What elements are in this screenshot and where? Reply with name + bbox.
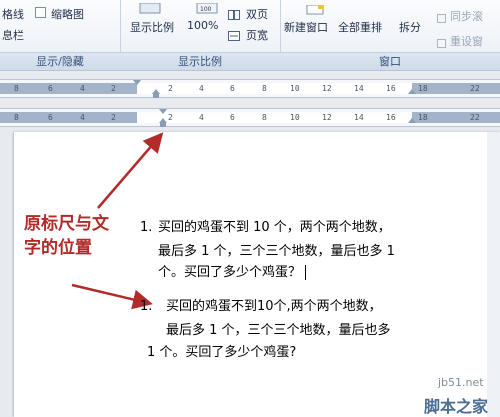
watermark-site: jb51.net: [438, 376, 484, 389]
ribbon: 格线 缩略图 息栏 显示/隐藏 显示比例 100 100% 双页 页宽 显示比例…: [0, 0, 500, 71]
ruler-tick: 18: [418, 113, 428, 122]
ruler-original[interactable]: 8 6 4 2 2 4 6 8 10 12 14 16 18 22: [0, 79, 500, 98]
infobar-label[interactable]: 息栏: [2, 27, 24, 43]
sync-scroll-button[interactable]: 同步滚: [450, 8, 483, 24]
ruler-left-margin: [0, 112, 137, 123]
annotation-line-1: 原标尺与文: [24, 214, 109, 234]
new-window-icon: [306, 0, 326, 19]
two-pages-button[interactable]: 双页: [246, 6, 268, 22]
ruler-tick: 8: [14, 84, 19, 93]
ruler-tick: 4: [80, 113, 85, 122]
vertical-scrollbar[interactable]: [487, 132, 500, 417]
ruler-tick: 2: [168, 113, 173, 122]
ruler-tick: 16: [386, 113, 396, 122]
reset-window-button[interactable]: 重设窗: [450, 33, 483, 49]
paragraph-2-line-2[interactable]: 最后多 1 个，三个三个地数，量后也多: [166, 320, 391, 342]
ruler-work-area: [137, 112, 412, 123]
thumbnail-checkbox-label[interactable]: 缩略图: [51, 6, 84, 22]
ruler-tick: 8: [262, 113, 267, 122]
ruler-tick: 22: [470, 113, 480, 122]
annotation-label: 原标尺与文 字的位置: [24, 212, 109, 260]
list-item-number: 1.: [140, 220, 153, 235]
two-pages-icon: [228, 6, 241, 25]
page-width-button[interactable]: 页宽: [246, 27, 268, 43]
watermark-name: 脚本之家: [424, 397, 489, 416]
right-indent-marker[interactable]: [408, 89, 416, 94]
paragraph-1-line-2[interactable]: 最后多 1 个，三个三个地数，量后也多 1: [158, 241, 395, 263]
ruler-tick: 10: [290, 84, 300, 93]
ruler-tick: 10: [290, 113, 300, 122]
ruler-tick: 6: [230, 84, 235, 93]
ruler-tick: 6: [48, 84, 53, 93]
ruler-tick: 2: [111, 113, 116, 122]
ruler-left-margin: [0, 83, 137, 94]
paragraph-2-line-1[interactable]: 买回的鸡蛋不到10个,两个两个地数，: [166, 296, 382, 318]
ruler-tick: 8: [262, 84, 267, 93]
right-indent-marker[interactable]: [408, 118, 416, 123]
zoom-group: 显示比例 100 100% 双页 页宽 显示比例: [120, 0, 281, 70]
zoom-button[interactable]: 显示比例: [130, 19, 174, 35]
ruler-tick: 18: [418, 84, 428, 93]
page-width-icon: [228, 27, 241, 46]
gridlines-checkbox-label[interactable]: 格线: [2, 6, 24, 22]
ruler-work-area: [137, 83, 412, 94]
hundred-percent-button[interactable]: 100%: [187, 19, 218, 32]
sync-scroll-icon: [437, 9, 447, 28]
arrange-all-button[interactable]: 全部重排: [338, 19, 382, 35]
ruler-tick: 4: [80, 84, 85, 93]
show-hide-group-label: 显示/隐藏: [0, 52, 120, 70]
zoom-icon: [138, 0, 162, 19]
window-group: 新建窗口 全部重排 拆分 同步滚 重设窗 窗口: [280, 0, 500, 70]
ruler-tick: 14: [354, 84, 364, 93]
first-line-indent-marker[interactable]: [133, 80, 141, 85]
annotation-line-2: 字的位置: [24, 238, 92, 258]
split-button[interactable]: 拆分: [399, 19, 421, 35]
ruler-tick: 2: [111, 84, 116, 93]
reset-window-icon: [437, 34, 447, 53]
new-window-button[interactable]: 新建窗口: [284, 19, 328, 35]
ruler-tick: 2: [168, 84, 173, 93]
ruler-tick: 4: [199, 84, 204, 93]
ruler-tick: 8: [14, 113, 19, 122]
first-line-indent-marker[interactable]: [159, 109, 167, 114]
ruler-tick: 12: [322, 113, 332, 122]
ruler-tick: 12: [322, 84, 332, 93]
window-group-label: 窗口: [280, 52, 500, 70]
svg-text:100: 100: [200, 6, 212, 13]
ruler-tick: 6: [230, 113, 235, 122]
hundred-percent-icon: 100: [196, 0, 218, 19]
list-item-number: 1.: [140, 299, 153, 314]
paragraph-1-line-3[interactable]: 个。买回了多少个鸡蛋？: [158, 262, 307, 284]
paragraph-2-line-3[interactable]: 1 个。买回了多少个鸡蛋?: [147, 342, 296, 364]
paragraph-1-line-3-text: 个。买回了多少个鸡蛋？: [158, 265, 302, 280]
ruler-current[interactable]: 8 6 4 2 2 4 6 8 10 12 14 16 18 22: [0, 108, 500, 127]
thumbnail-checkbox[interactable]: [35, 7, 46, 18]
text-cursor: [305, 265, 307, 280]
ruler-tick: 4: [199, 113, 204, 122]
zoom-group-label: 显示比例: [120, 52, 280, 70]
paragraph-1-line-1[interactable]: 买回的鸡蛋不到 10 个，两个两个地数，: [158, 217, 391, 239]
left-indent-marker[interactable]: [160, 123, 166, 127]
left-indent-marker[interactable]: [153, 94, 159, 98]
ruler-tick: 14: [354, 113, 364, 122]
ruler-tick: 6: [48, 113, 53, 122]
ruler-tick: 16: [386, 84, 396, 93]
show-hide-group: 格线 缩略图 息栏 显示/隐藏: [0, 0, 121, 70]
ruler-tick: 22: [470, 84, 480, 93]
